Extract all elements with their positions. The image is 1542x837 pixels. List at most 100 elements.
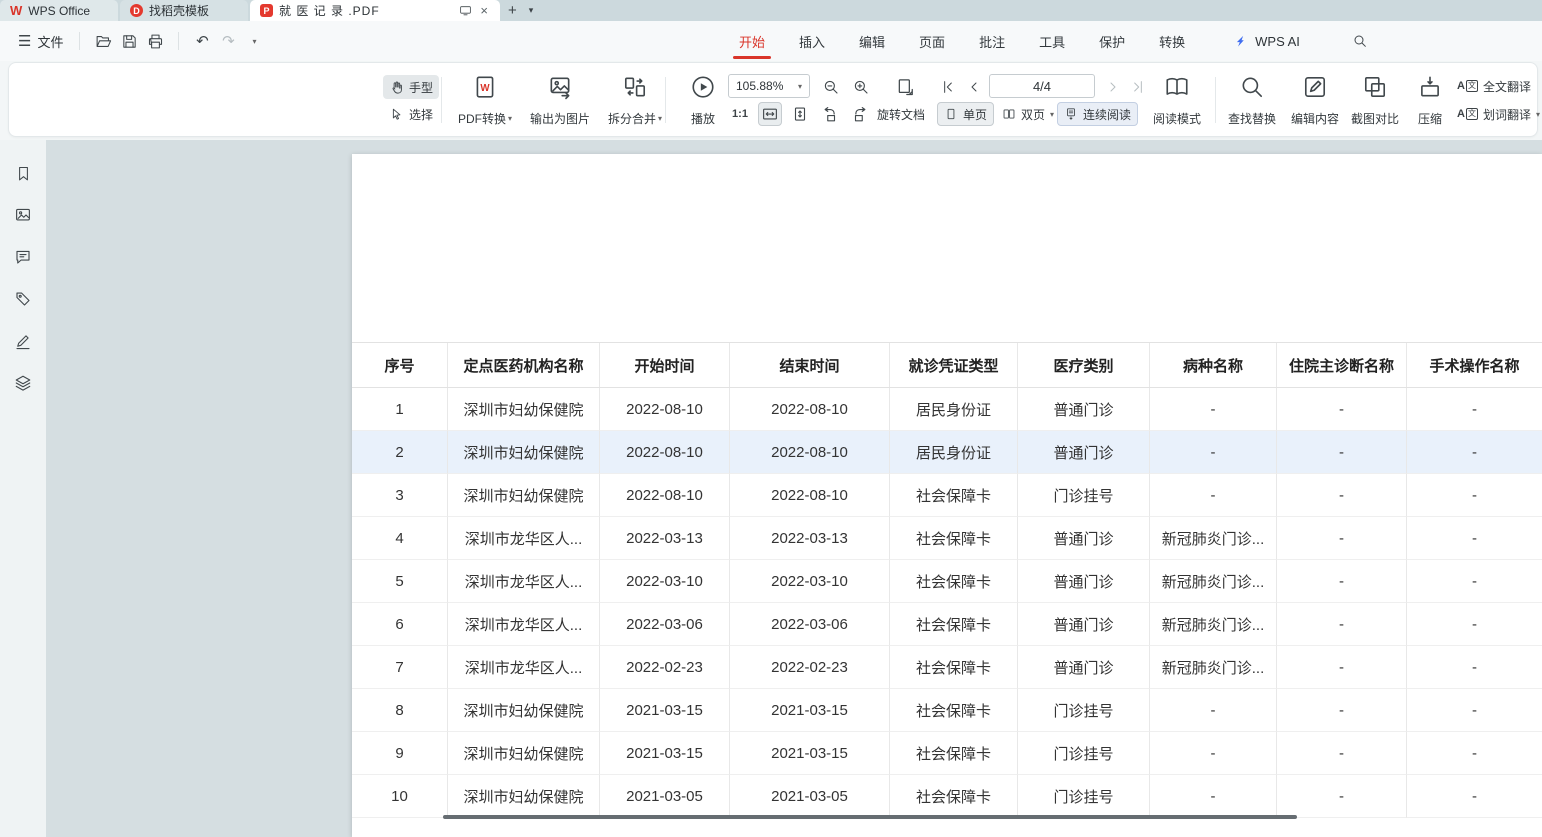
read-mode-button[interactable]: 阅读模式 <box>1145 71 1209 131</box>
bookmark-icon[interactable] <box>10 160 36 186</box>
fit-width-button[interactable] <box>758 102 782 126</box>
screenshot-compare-button[interactable]: 截图对比 <box>1345 71 1405 131</box>
zoom-select[interactable]: 105.88% ▾ <box>728 74 810 98</box>
close-tab-icon[interactable]: × <box>478 3 490 18</box>
comment-icon[interactable] <box>10 244 36 270</box>
table-cell: 2021-03-15 <box>600 732 730 775</box>
divider <box>441 77 442 123</box>
new-tab-button[interactable]: + <box>500 0 525 21</box>
table-cell: 门诊挂号 <box>1018 732 1150 775</box>
table-cell: 门诊挂号 <box>1018 775 1150 818</box>
select-tool-button[interactable]: 选择 <box>383 102 439 126</box>
sign-icon[interactable] <box>10 328 36 354</box>
split-merge-button[interactable]: 拆分合并▾ <box>599 71 671 131</box>
export-image-icon <box>547 74 573 100</box>
table-cell: - <box>1150 775 1277 818</box>
zoom-in-button[interactable] <box>849 75 873 99</box>
full-translate-button[interactable]: A文 全文翻译 <box>1451 74 1537 98</box>
menu-tab-6[interactable]: 保护 <box>1097 21 1127 61</box>
double-page-icon <box>1002 107 1016 121</box>
tab-document[interactable]: P 就 医 记 录 .PDF × <box>250 0 500 21</box>
compress-button[interactable]: 压缩 <box>1407 71 1453 131</box>
word-translate-label: 划词翻译 <box>1483 106 1531 123</box>
column-header: 序号 <box>352 343 448 387</box>
horizontal-scrollbar-thumb[interactable] <box>443 815 1297 819</box>
menu-tab-4[interactable]: 批注 <box>977 21 1007 61</box>
thumbnail-icon[interactable] <box>10 202 36 228</box>
wps-ai-label: WPS AI <box>1255 34 1300 49</box>
docer-icon: D <box>130 4 143 17</box>
rotate-doc-label[interactable]: 旋转文档 <box>877 102 925 126</box>
svg-text:W: W <box>480 83 490 94</box>
undo-button[interactable]: ↶ <box>189 28 215 54</box>
table-cell: - <box>1277 431 1407 474</box>
wps-ai-button[interactable]: WPS AI <box>1235 34 1300 49</box>
find-replace-button[interactable]: 查找替换 <box>1221 71 1283 131</box>
tab-wps-office[interactable]: W WPS Office <box>0 0 118 21</box>
column-header: 医疗类别 <box>1018 343 1150 387</box>
table-cell: 门诊挂号 <box>1018 689 1150 732</box>
play-icon <box>690 74 716 100</box>
table-cell: - <box>1150 474 1277 517</box>
menu-tab-7[interactable]: 转换 <box>1157 21 1187 61</box>
table-cell: 普通门诊 <box>1018 517 1150 560</box>
table-cell: 居民身份证 <box>890 431 1018 474</box>
menu-tab-2[interactable]: 编辑 <box>857 21 887 61</box>
save-button[interactable] <box>116 28 142 54</box>
table-cell: 新冠肺炎门诊... <box>1150 646 1277 689</box>
export-image-button[interactable]: 输出为图片 <box>523 71 597 131</box>
single-page-button[interactable]: 单页 <box>937 102 994 126</box>
layers-icon[interactable] <box>10 370 36 396</box>
redo-button[interactable]: ↷ <box>215 28 241 54</box>
pdf-convert-button[interactable]: W PDF转换▾ <box>449 71 521 131</box>
table-cell: 深圳市妇幼保健院 <box>448 388 600 431</box>
file-menu-button[interactable]: ☰ 文件 <box>12 32 69 51</box>
rotate-right-button[interactable] <box>848 102 872 126</box>
menu-tab-1[interactable]: 插入 <box>797 21 827 61</box>
divider <box>178 32 179 50</box>
menu-tab-0[interactable]: 开始 <box>737 21 767 61</box>
table-cell: 社会保障卡 <box>890 560 1018 603</box>
chevron-down-icon: ▾ <box>508 114 512 123</box>
tab-list-chevron-icon[interactable]: ▾ <box>525 0 538 21</box>
table-cell: 门诊挂号 <box>1018 474 1150 517</box>
rotate-left-button[interactable] <box>818 102 842 126</box>
actual-size-button[interactable]: 1:1 <box>728 102 752 126</box>
tab-docer[interactable]: D 找稻壳模板 <box>120 0 248 21</box>
prev-page-button[interactable] <box>962 75 986 99</box>
hand-tool-button[interactable]: 手型 <box>383 75 439 99</box>
table-cell: 普通门诊 <box>1018 603 1150 646</box>
tag-icon[interactable] <box>10 286 36 312</box>
table-cell: 3 <box>352 474 448 517</box>
table-cell: - <box>1407 474 1542 517</box>
edit-content-button[interactable]: 编辑内容 <box>1285 71 1345 131</box>
page-number-input[interactable] <box>989 74 1095 98</box>
menu-tab-3[interactable]: 页面 <box>917 21 947 61</box>
document-title: 就 医 记 录 .PDF <box>279 2 453 19</box>
table-cell: - <box>1277 388 1407 431</box>
print-button[interactable] <box>142 28 168 54</box>
table-cell: 普通门诊 <box>1018 560 1150 603</box>
monitor-icon <box>459 4 472 17</box>
table-cell: 2021-03-15 <box>600 689 730 732</box>
table-cell: 深圳市妇幼保健院 <box>448 689 600 732</box>
split-merge-icon <box>622 74 648 100</box>
first-page-button[interactable] <box>936 75 960 99</box>
snapshot-icon[interactable] <box>893 74 919 100</box>
play-button[interactable]: 播放 <box>675 71 731 131</box>
open-file-button[interactable] <box>90 28 116 54</box>
word-translate-button[interactable]: A文 划词翻译 ▾ <box>1451 102 1542 126</box>
table-cell: 2022-02-23 <box>600 646 730 689</box>
continuous-read-button[interactable]: 连续阅读 <box>1057 102 1138 126</box>
search-icon[interactable] <box>1352 33 1368 49</box>
zoom-out-button[interactable] <box>819 75 843 99</box>
fit-page-button[interactable] <box>788 102 812 126</box>
actual-size-icon: 1:1 <box>732 108 748 120</box>
undo-history-chevron-icon[interactable]: ▾ <box>241 28 267 54</box>
chevron-down-icon: ▾ <box>1050 110 1054 119</box>
menu-tab-5[interactable]: 工具 <box>1037 21 1067 61</box>
next-page-button[interactable] <box>1101 75 1125 99</box>
double-page-button[interactable]: 双页 ▾ <box>995 102 1061 126</box>
table-cell: - <box>1407 560 1542 603</box>
table-cell: 1 <box>352 388 448 431</box>
